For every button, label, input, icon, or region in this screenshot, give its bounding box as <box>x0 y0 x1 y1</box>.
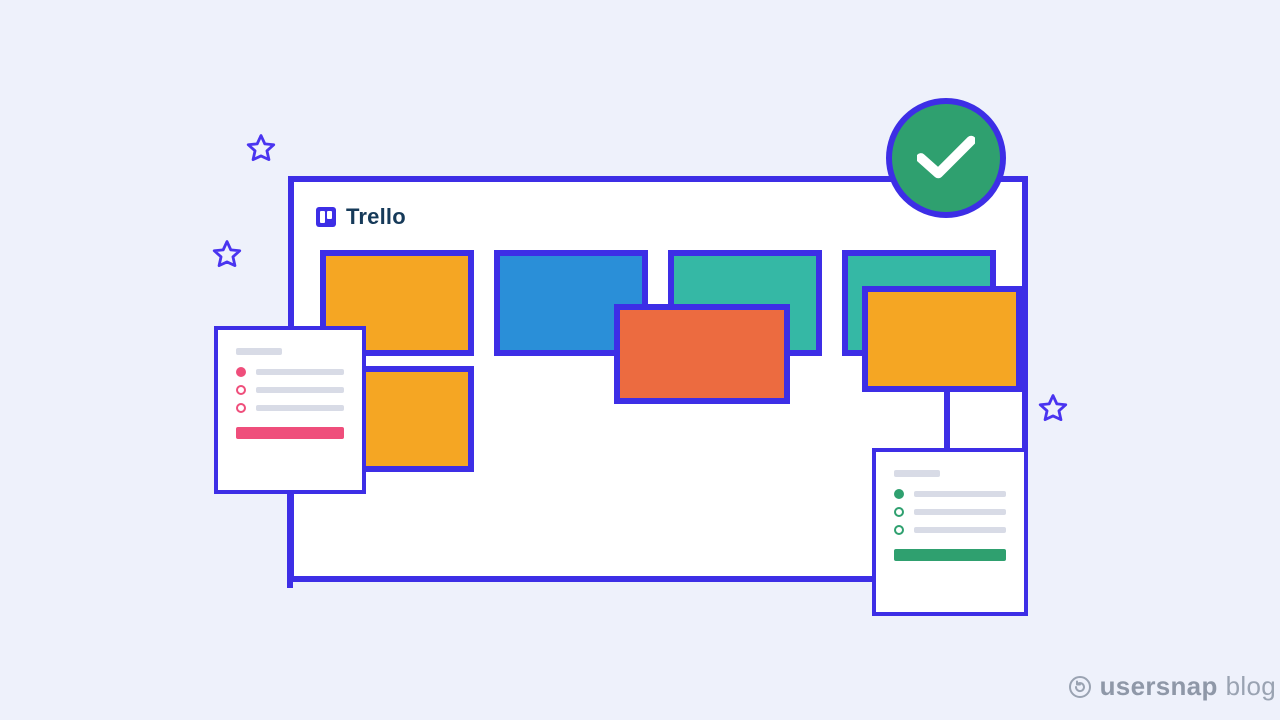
note-line-placeholder <box>914 527 1006 533</box>
note-item <box>236 367 344 377</box>
star-icon <box>1036 392 1070 426</box>
watermark-brand-bold: usersnap <box>1100 671 1218 702</box>
bullet-icon <box>894 489 904 499</box>
bullet-icon <box>894 525 904 535</box>
note-item <box>236 385 344 395</box>
note-progress-bar <box>236 427 344 439</box>
note-item <box>894 489 1006 499</box>
trello-logo-icon <box>316 207 336 227</box>
note-title-placeholder <box>236 348 282 355</box>
overlay-card-center <box>614 304 790 404</box>
star-icon <box>244 132 278 166</box>
note-line-placeholder <box>256 387 344 393</box>
bullet-icon <box>236 385 246 395</box>
note-item <box>894 525 1006 535</box>
watermark-brand-light: blog <box>1226 671 1276 702</box>
board-title: Trello <box>346 204 406 230</box>
note-line-placeholder <box>914 509 1006 515</box>
note-item <box>236 403 344 413</box>
watermark: usersnap blog <box>1068 671 1276 702</box>
board-header: Trello <box>316 204 406 230</box>
star-icon <box>210 238 244 272</box>
overlay-card-right <box>862 286 1022 392</box>
note-progress-bar <box>894 549 1006 561</box>
note-panel-left <box>214 326 366 494</box>
note-panel-right <box>872 448 1028 616</box>
note-line-placeholder <box>256 405 344 411</box>
bullet-icon <box>236 403 246 413</box>
checkmark-icon <box>917 134 975 182</box>
refresh-circle-icon <box>1068 675 1092 699</box>
bullet-icon <box>236 367 246 377</box>
note-line-placeholder <box>914 491 1006 497</box>
check-badge <box>886 98 1006 218</box>
bullet-icon <box>894 507 904 517</box>
note-item <box>894 507 1006 517</box>
note-title-placeholder <box>894 470 940 477</box>
note-line-placeholder <box>256 369 344 375</box>
diagram-stage: Trello <box>0 0 1280 720</box>
